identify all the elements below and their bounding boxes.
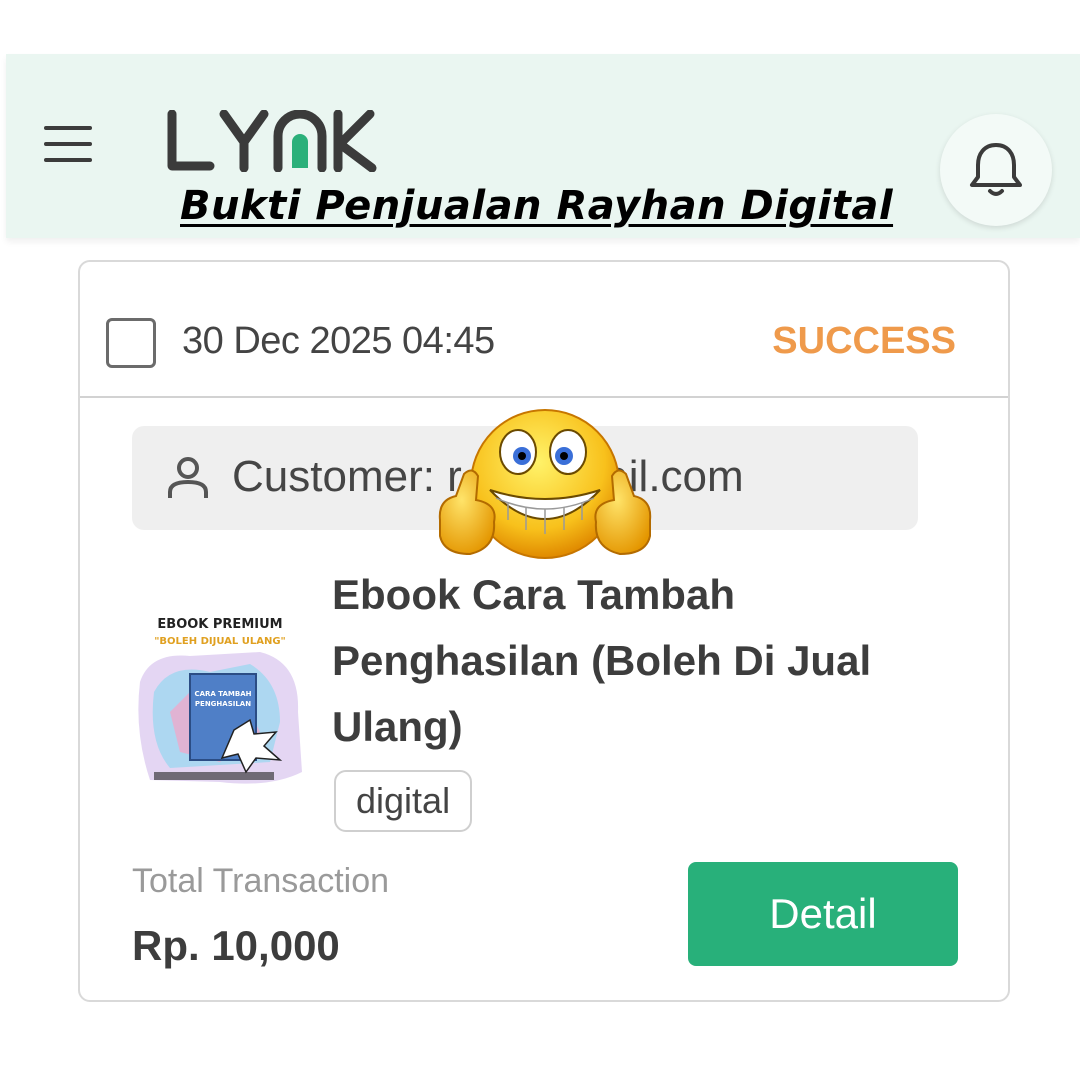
transaction-date: 30 Dec 2025 04:45 [182,320,495,362]
lynk-logo [167,110,377,172]
cover-line-2: PENGHASILAN [195,700,251,708]
bell-icon [970,143,1022,196]
transaction-card: 30 Dec 2025 04:45 SUCCESS Customer: r d@… [78,260,1010,1002]
notification-button[interactable] [940,114,1052,226]
thumbnail-subtitle: "BOLEH DIJUAL ULANG" [154,636,286,647]
product-title[interactable]: Ebook Cara Tambah Penghasilan (Boleh Di … [332,562,932,760]
detail-button[interactable]: Detail [688,862,958,966]
overlay-title: Bukti Penjualan Rayhan Digital [180,183,894,229]
thumbs-up-emoji-icon [438,409,652,559]
product-tag: digital [334,770,473,832]
card-header: 30 Dec 2025 04:45 SUCCESS [80,262,1008,398]
thumbnail-title: EBOOK PREMIUM [157,617,282,632]
cover-line-1: CARA TAMBAH [194,690,251,698]
total-value: Rp. 10,000 [132,922,340,969]
hamburger-menu-icon[interactable] [40,122,96,166]
status-badge: SUCCESS [772,320,956,362]
user-icon [168,457,208,498]
total-label: Total Transaction [132,862,390,900]
product-thumbnail[interactable]: EBOOK PREMIUM "BOLEH DIJUAL ULANG" CARA … [130,612,310,792]
select-checkbox[interactable] [106,318,156,368]
